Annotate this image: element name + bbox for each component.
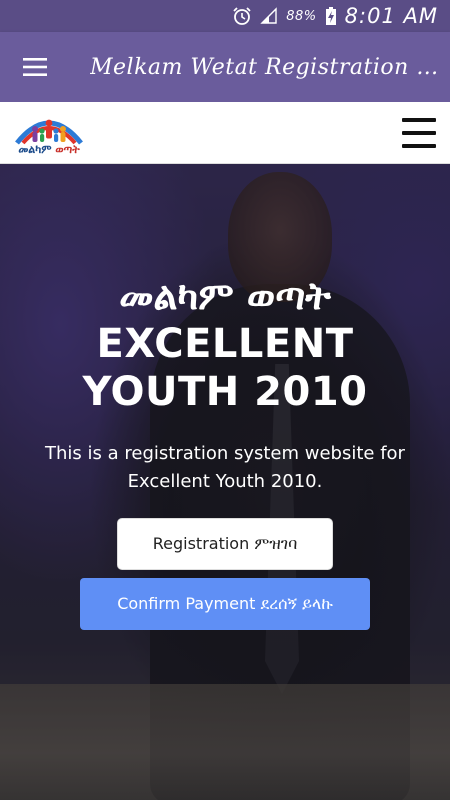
hamburger-menu-icon — [23, 58, 47, 76]
hero-title-line1: EXCELLENT — [96, 321, 354, 367]
hamburger-bar — [402, 143, 436, 148]
status-bar: 88% 8:01 AM — [0, 0, 450, 32]
registration-button[interactable]: Registration ምዝገባ — [117, 518, 333, 570]
hamburger-bar — [402, 130, 436, 135]
app-menu-button[interactable] — [0, 32, 70, 102]
logo-text-red: ወጣት — [55, 142, 80, 156]
app-title: Melkam Wetat Registration S... — [90, 54, 440, 80]
logo-text: መልካም ወጣት — [18, 143, 79, 157]
battery-percent: 88% — [286, 8, 317, 24]
status-clock: 8:01 AM — [344, 4, 438, 28]
app-bar: Melkam Wetat Registration S... — [0, 32, 450, 102]
site-navbar: መልካም ወጣት — [0, 102, 450, 164]
site-menu-button[interactable] — [402, 117, 436, 148]
hero-title: መልካም ወጣት EXCELLENT YOUTH 2010 — [0, 272, 450, 416]
logo-text-blue: መልካም — [18, 142, 52, 156]
battery-charging-icon — [325, 6, 337, 26]
signal-icon — [260, 7, 278, 25]
site-logo[interactable]: መልካም ወጣት — [6, 104, 92, 162]
confirm-payment-button[interactable]: Confirm Payment ደረሰኝ ይላኩ — [80, 578, 370, 630]
alarm-clock-icon — [232, 6, 252, 26]
hero-title-line2: YOUTH 2010 — [82, 369, 368, 415]
logo-figures-icon — [15, 119, 83, 145]
hamburger-bar — [402, 117, 436, 122]
hero-section: መልካም ወጣት EXCELLENT YOUTH 2010 This is a … — [0, 164, 450, 800]
hero-description: This is a registration system website fo… — [45, 443, 405, 492]
hero-title-amharic: መልካም ወጣት — [119, 274, 331, 318]
